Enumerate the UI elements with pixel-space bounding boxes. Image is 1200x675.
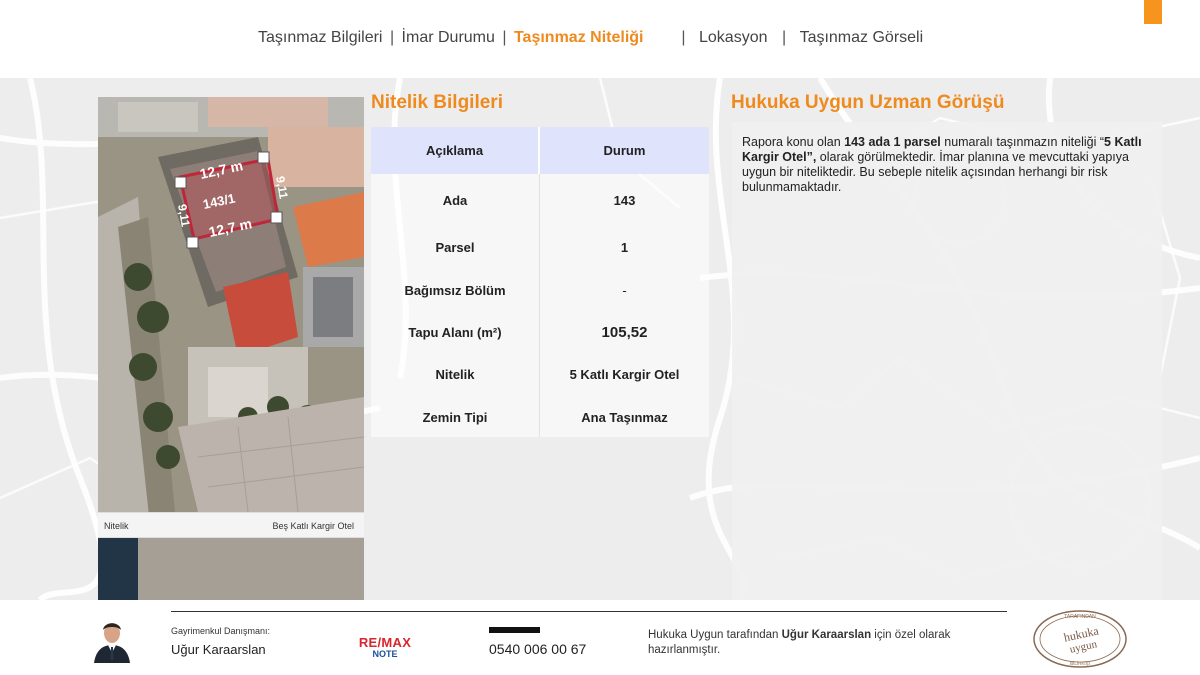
row-label: Bağımsız Bölüm: [371, 268, 540, 313]
table-row: Nitelik 5 Katlı Kargir Otel: [371, 351, 709, 397]
row-label: Tapu Alanı (m²): [371, 313, 540, 351]
nitelik-bilgileri-title: Nitelik Bilgileri: [371, 92, 503, 113]
nav-item-tasinmaz-bilgileri[interactable]: Taşınmaz Bilgileri: [258, 29, 382, 47]
consultant-label: Gayrimenkul Danışmanı:: [171, 626, 271, 636]
nav-separator: |: [681, 29, 686, 46]
consultant-avatar: [90, 615, 134, 663]
row-value: 143: [540, 174, 709, 226]
table-row: Zemin Tipi Ana Taşınmaz: [371, 397, 709, 437]
remax-logo: RE/MAX NOTE: [357, 635, 413, 659]
top-navigation: Taşınmaz Bilgileri | İmar Durumu | Taşın…: [0, 0, 1200, 78]
table-row: Parsel 1: [371, 226, 709, 268]
footer: Gayrimenkul Danışmanı: Uğur Karaarslan R…: [0, 600, 1200, 675]
nav-item-tasinmaz-niteligi[interactable]: Taşınmaz Niteliği: [514, 29, 644, 47]
nav-item-lokasyon[interactable]: Lokasyon: [699, 29, 768, 47]
row-value: -: [540, 268, 709, 313]
remax-wordmark: RE/MAX: [358, 635, 412, 650]
table-header-row: Açıklama Durum: [371, 127, 709, 174]
photo-caption-bar: Nitelik Beş Katlı Kargir Otel: [98, 512, 364, 538]
row-value: Ana Taşınmaz: [540, 397, 709, 437]
table-row: Tapu Alanı (m²) 105,52: [371, 313, 709, 351]
footer-divider: [171, 611, 1007, 612]
svg-text:BİLİRKİŞİ: BİLİRKİŞİ: [1070, 660, 1090, 666]
nav-item-imar-durumu[interactable]: İmar Durumu: [402, 29, 495, 47]
row-value: 5 Katlı Kargir Otel: [540, 351, 709, 397]
row-value: 1: [540, 226, 709, 268]
phone-accent-bar: [489, 627, 540, 633]
nitelik-table: Açıklama Durum Ada 143 Parsel 1 Bağımsız…: [371, 127, 709, 437]
remax-office: NOTE: [372, 649, 398, 659]
hukuka-uygun-seal: TARAFINDAN hukuka uygun BİLİRKİŞİ: [1033, 610, 1127, 668]
nav-links: Taşınmaz Bilgileri | İmar Durumu | Taşın…: [258, 29, 923, 47]
caption-label: Nitelik: [104, 521, 129, 531]
table-row: Bağımsız Bölüm -: [371, 268, 709, 313]
row-label: Nitelik: [371, 351, 540, 397]
aerial-photo: 12,7 m 12,7 m 143/1 9,11 9,11 Nitelik Be…: [98, 97, 364, 600]
phone-number[interactable]: 0540 006 00 67: [489, 641, 586, 657]
nav-separator: |: [781, 29, 787, 46]
uzman-gorusu-panel: Rapora konu olan 143 ada 1 parsel numara…: [732, 122, 1162, 600]
consultant-name: Uğur Karaarslan: [171, 642, 266, 657]
nav-separator: |: [502, 29, 507, 46]
header-durum: Durum: [540, 127, 709, 174]
prepared-by-note: Hukuka Uygun tarafından Uğur Karaarslan …: [648, 629, 951, 656]
uzman-gorusu-title: Hukuka Uygun Uzman Görüşü: [731, 92, 1005, 113]
row-value: 105,52: [540, 313, 709, 351]
svg-text:TARAFINDAN: TARAFINDAN: [1064, 614, 1096, 620]
header-aciklama: Açıklama: [371, 127, 540, 174]
uzman-gorusu-text: Rapora konu olan 143 ada 1 parsel numara…: [742, 135, 1142, 194]
nav-item-tasinmaz-gorseli[interactable]: Taşınmaz Görseli: [800, 29, 924, 47]
orange-bookmark-tab: [1144, 0, 1162, 24]
nav-separator: |: [389, 29, 395, 46]
caption-value: Beş Katlı Kargir Otel: [272, 521, 354, 531]
table-row: Ada 143: [371, 174, 709, 226]
row-label: Ada: [371, 174, 540, 226]
row-label: Parsel: [371, 226, 540, 268]
row-label: Zemin Tipi: [371, 397, 540, 437]
